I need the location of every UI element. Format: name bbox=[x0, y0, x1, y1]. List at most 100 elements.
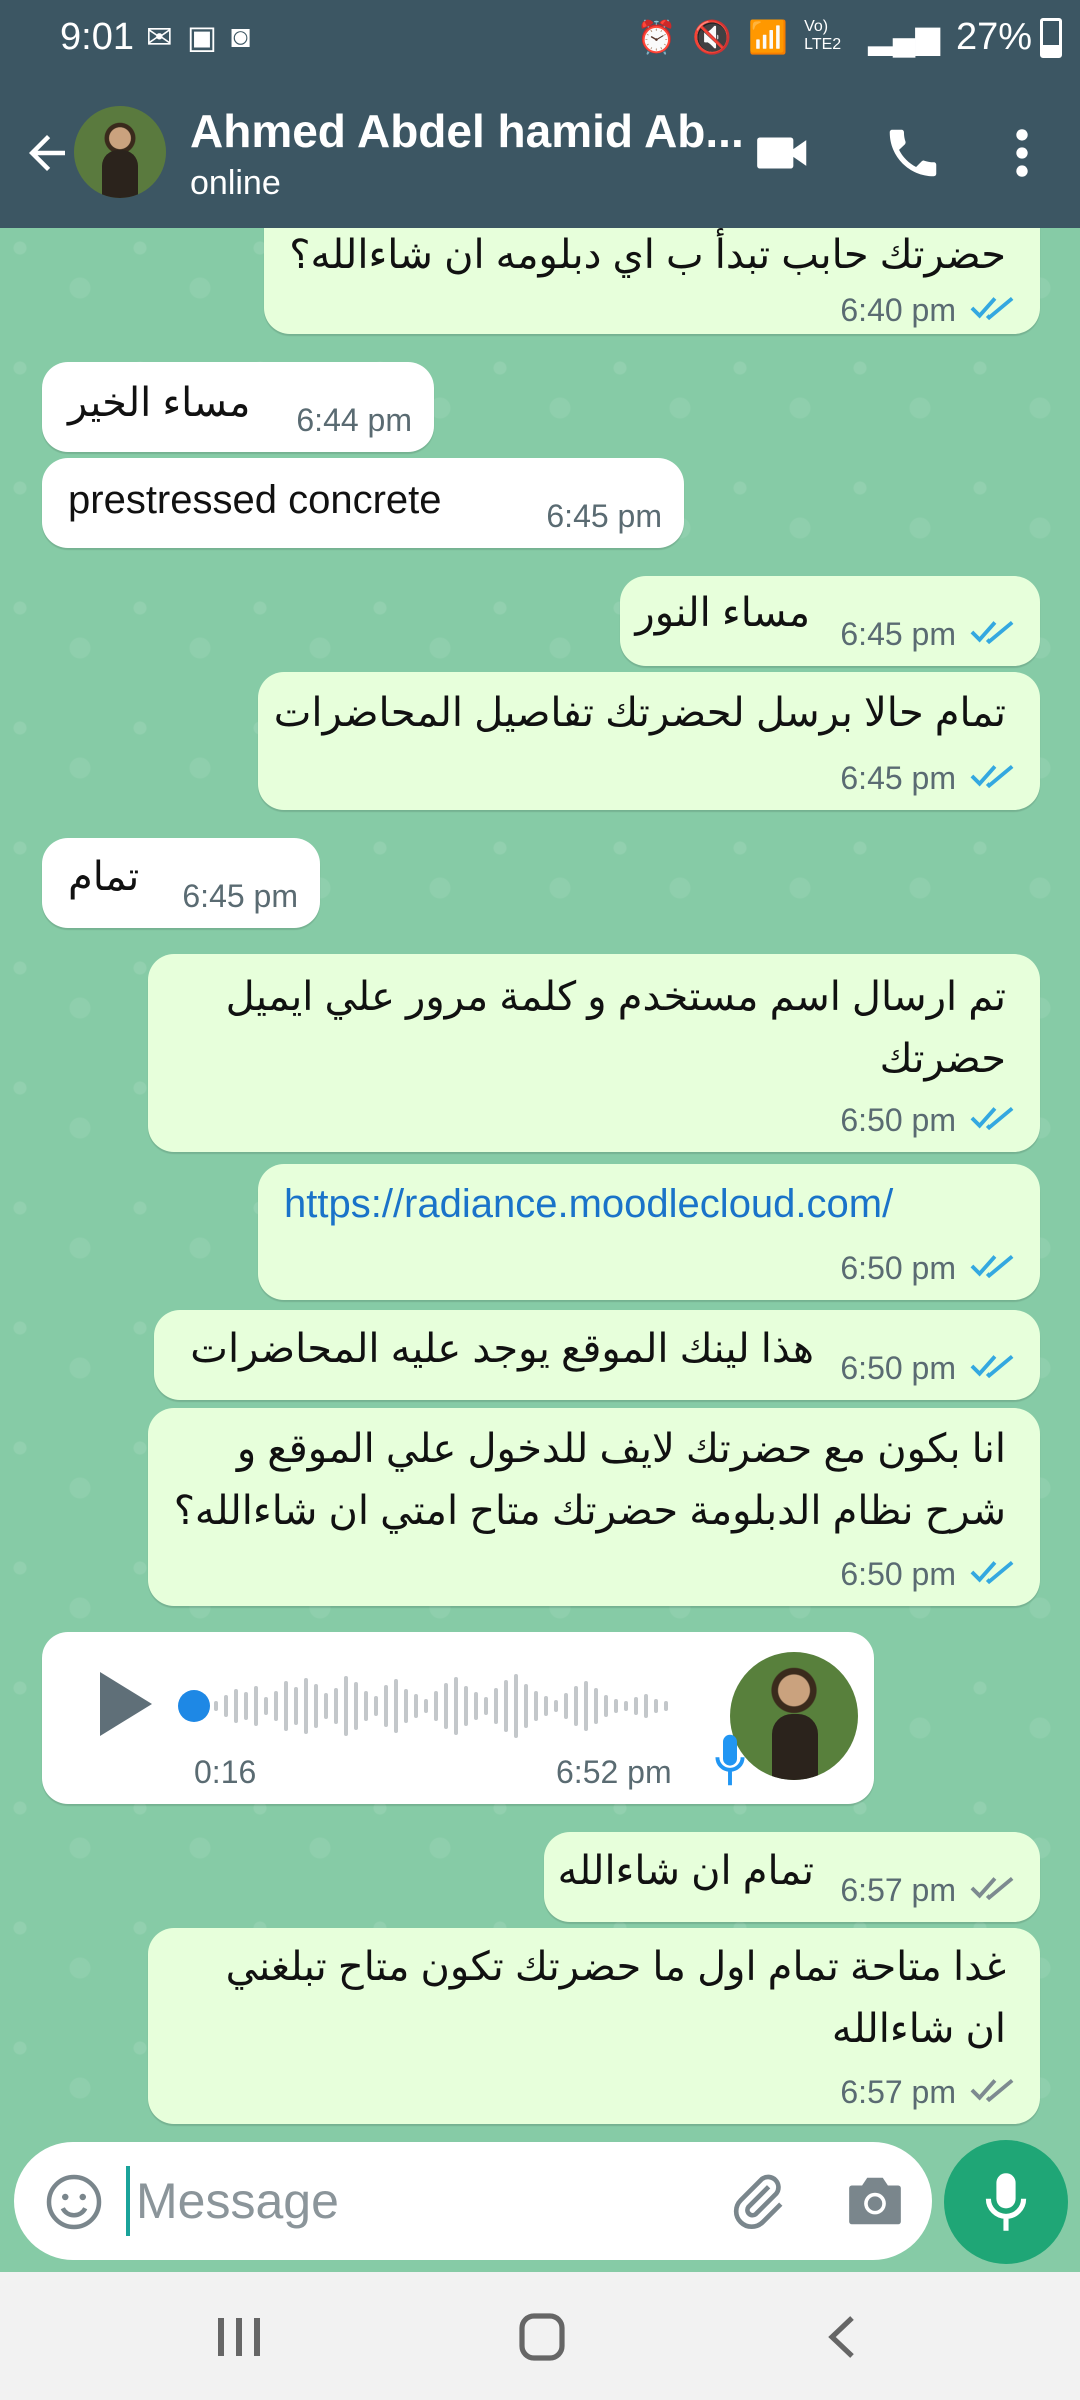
message-time: 6:45 pm bbox=[840, 760, 956, 796]
message-bubble[interactable]: prestressed concrete 6:45 pm bbox=[42, 458, 684, 548]
recent-apps-icon[interactable] bbox=[210, 2312, 270, 2362]
contact-status: online bbox=[190, 164, 281, 202]
message-text-line-1: انا بكون مع حضرتك لايف للدخول علي الموقع… bbox=[236, 1427, 1006, 1471]
waveform-bar bbox=[454, 1677, 458, 1735]
message-text: حضرتك حابب تبدأ ب اي دبلومه ان شاءالله؟ bbox=[289, 233, 1006, 277]
waveform-bar bbox=[614, 1699, 618, 1713]
battery-icon bbox=[1040, 17, 1062, 58]
message-bubble[interactable]: مساء النور 6:45 pm bbox=[620, 576, 1040, 666]
waveform-bar bbox=[604, 1695, 608, 1717]
message-bubble[interactable]: غدا متاحة تمام اول ما حضرتك تكون متاح تب… bbox=[148, 1928, 1040, 2124]
waveform-bar bbox=[324, 1693, 328, 1719]
waveform-bar bbox=[354, 1682, 358, 1730]
back-nav-icon[interactable] bbox=[814, 2312, 874, 2362]
message-bubble[interactable]: انا بكون مع حضرتك لايف للدخول علي الموقع… bbox=[148, 1408, 1040, 1606]
message-text: تمام bbox=[68, 855, 140, 899]
record-voice-button[interactable] bbox=[944, 2140, 1068, 2264]
message-time: 6:45 pm bbox=[546, 498, 662, 534]
waveform-bar bbox=[334, 1688, 338, 1724]
back-arrow-icon[interactable] bbox=[20, 126, 74, 180]
waveform-bar bbox=[214, 1701, 218, 1711]
message-text-line-2: شرح نظام الدبلومة حضرتك متاح امتي ان شاء… bbox=[173, 1489, 1006, 1533]
contact-avatar[interactable] bbox=[74, 106, 166, 198]
waveform-bar bbox=[534, 1691, 538, 1721]
message-bubble[interactable]: مساء الخير 6:44 pm bbox=[42, 362, 434, 452]
message-text: مساء الخير bbox=[68, 381, 251, 425]
waveform-bar bbox=[364, 1691, 368, 1721]
emoji-icon[interactable] bbox=[44, 2172, 104, 2232]
message-time: 6:57 pm bbox=[840, 2074, 956, 2110]
waveform-bar bbox=[384, 1685, 388, 1727]
waveform-bar bbox=[394, 1679, 398, 1733]
read-ticks-icon bbox=[970, 764, 1014, 789]
waveform-bar bbox=[444, 1683, 448, 1729]
waveform-bar bbox=[404, 1689, 408, 1723]
message-time: 6:50 pm bbox=[840, 1250, 956, 1286]
message-link[interactable]: https://radiance.moodlecloud.com/ bbox=[284, 1182, 893, 1227]
audio-waveform[interactable] bbox=[214, 1668, 674, 1744]
waveform-bar bbox=[414, 1694, 418, 1718]
wifi-icon: 📶 bbox=[748, 19, 789, 55]
voice-duration: 0:16 bbox=[194, 1754, 257, 1790]
attach-icon[interactable] bbox=[726, 2170, 788, 2232]
message-bubble[interactable]: تمام ان شاءالله 6:57 pm bbox=[544, 1832, 1040, 1922]
microphone-icon bbox=[985, 2173, 1027, 2231]
battery-percent: 27% bbox=[955, 16, 1032, 58]
message-text-line-1: غدا متاحة تمام اول ما حضرتك تكون متاح تب… bbox=[225, 1945, 1006, 1989]
waveform-bar bbox=[294, 1687, 298, 1725]
video-call-icon[interactable] bbox=[752, 122, 814, 184]
waveform-bar bbox=[224, 1695, 228, 1717]
waveform-bar bbox=[464, 1686, 468, 1726]
waveform-bar bbox=[484, 1697, 488, 1715]
alarm-icon: ⏰ bbox=[636, 19, 677, 55]
voice-message-bubble[interactable]: 0:16 6:52 pm bbox=[42, 1632, 874, 1804]
gallery-icon: ▣ bbox=[186, 19, 218, 55]
phone-call-icon[interactable] bbox=[882, 122, 944, 184]
waveform-bar bbox=[504, 1680, 508, 1732]
microphone-icon bbox=[715, 1734, 745, 1786]
message-time: 6:40 pm bbox=[840, 292, 956, 328]
home-icon[interactable] bbox=[512, 2312, 572, 2362]
camera-icon[interactable] bbox=[844, 2172, 906, 2230]
waveform-bar bbox=[624, 1701, 628, 1711]
more-options-icon[interactable] bbox=[1000, 122, 1044, 184]
network-label: Vo) LTE2 bbox=[804, 18, 842, 53]
chat-area[interactable]: حضرتك حابب تبدأ ب اي دبلومه ان شاءالله؟ … bbox=[0, 228, 1080, 2143]
waveform-bar bbox=[374, 1696, 378, 1716]
waveform-bar bbox=[434, 1691, 438, 1721]
waveform-bar bbox=[284, 1681, 288, 1731]
contact-name[interactable]: Ahmed Abdel hamid Ab... bbox=[190, 104, 744, 158]
delivered-ticks-icon bbox=[970, 1876, 1014, 1901]
message-bubble[interactable]: حضرتك حابب تبدأ ب اي دبلومه ان شاءالله؟ … bbox=[264, 228, 1040, 334]
clock-app-icon: ◙ bbox=[231, 18, 251, 54]
message-bubble[interactable]: تم ارسال اسم مستخدم و كلمة مرور علي ايمي… bbox=[148, 954, 1040, 1152]
waveform-bar bbox=[654, 1699, 658, 1713]
waveform-bar bbox=[584, 1681, 588, 1731]
message-time: 6:45 pm bbox=[182, 878, 298, 914]
waveform-bar bbox=[664, 1701, 668, 1711]
message-bubble[interactable]: هذا لينك الموقع يوجد عليه المحاضرات 6:50… bbox=[154, 1310, 1040, 1400]
waveform-bar bbox=[594, 1688, 598, 1724]
waveform-bar bbox=[514, 1674, 518, 1738]
message-bubble[interactable]: تمام 6:45 pm bbox=[42, 838, 320, 928]
status-bar: 9:01 ✉ ▣ ◙ ⏰ 🔇 📶 Vo) LTE2 ▂▄▆ 27% bbox=[0, 0, 1080, 78]
waveform-bar bbox=[234, 1689, 238, 1723]
audio-seek-handle[interactable] bbox=[178, 1690, 210, 1722]
message-time: 6:44 pm bbox=[296, 402, 412, 438]
message-input[interactable] bbox=[134, 2160, 698, 2242]
delivered-ticks-icon bbox=[970, 2078, 1014, 2103]
message-bubble[interactable]: تمام حالا برسل لحضرتك تفاصيل المحاضرات 6… bbox=[258, 672, 1040, 810]
read-ticks-icon bbox=[970, 1106, 1014, 1131]
waveform-bar bbox=[474, 1692, 478, 1720]
message-time: 6:50 pm bbox=[840, 1102, 956, 1138]
message-bubble[interactable]: https://radiance.moodlecloud.com/ 6:50 p… bbox=[258, 1164, 1040, 1300]
message-text: تمام ان شاءالله bbox=[557, 1849, 814, 1893]
waveform-bar bbox=[544, 1696, 548, 1716]
message-time: 6:50 pm bbox=[840, 1556, 956, 1592]
read-ticks-icon bbox=[970, 1254, 1014, 1279]
waveform-bar bbox=[424, 1699, 428, 1713]
message-text: مساء النور bbox=[635, 591, 810, 635]
text-caret bbox=[126, 2166, 130, 2236]
waveform-bar bbox=[344, 1676, 348, 1736]
play-icon[interactable] bbox=[100, 1672, 152, 1736]
